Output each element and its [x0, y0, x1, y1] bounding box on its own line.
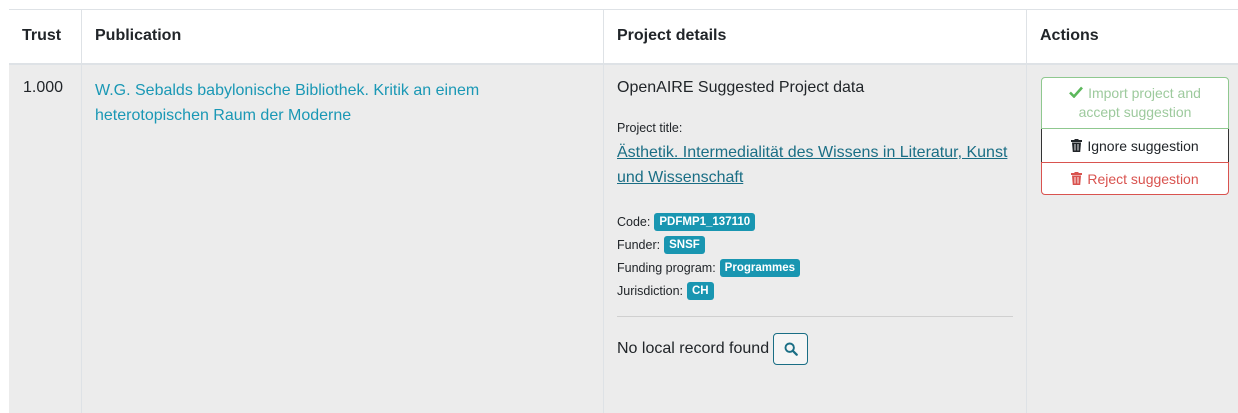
- project-title-label: Project title:: [617, 121, 683, 135]
- publication-cell: W.G. Sebalds babylonische Bibliothek. Kr…: [82, 65, 604, 413]
- header-project-details: Project details: [604, 10, 1027, 63]
- header-actions: Actions: [1040, 27, 1099, 44]
- trash-icon: [1071, 172, 1083, 185]
- search-button[interactable]: [773, 333, 809, 365]
- jurisdiction-badge: CH: [687, 281, 714, 300]
- ignore-suggestion-button[interactable]: Ignore suggestion: [1041, 129, 1229, 162]
- divider: [617, 316, 1013, 317]
- funder-row: Funder: SNSF: [617, 233, 1014, 256]
- code-badge: PDFMP1_137110: [654, 212, 756, 231]
- header-trust: Trust: [9, 10, 82, 63]
- reject-suggestion-button[interactable]: Reject suggestion: [1041, 162, 1229, 195]
- code-row: Code: PDFMP1_137110: [617, 210, 1014, 233]
- funder-label: Funder:: [617, 237, 661, 252]
- funding-program-badge: Programmes: [719, 258, 800, 277]
- header-publication: Publication: [82, 10, 604, 63]
- publication-link[interactable]: W.G. Sebalds babylonische Bibliothek. Kr…: [95, 78, 591, 128]
- action-buttons: Import project and accept suggestion Ign…: [1041, 77, 1229, 195]
- jurisdiction-label: Jurisdiction:: [617, 283, 683, 298]
- project-details-cell: OpenAIRE Suggested Project data Project …: [604, 65, 1027, 413]
- trust-cell: 1.000: [9, 65, 82, 413]
- actions-cell: Import project and accept suggestion Ign…: [1027, 65, 1238, 413]
- project-heading: OpenAIRE Suggested Project data: [617, 79, 865, 96]
- project-title-link[interactable]: Ästhetik. Intermedialität des Wissens in…: [617, 140, 1014, 190]
- no-local-record: No local record found: [617, 333, 1014, 365]
- jurisdiction-row: Jurisdiction: CH: [617, 279, 1014, 302]
- import-label: Import project and accept suggestion: [1078, 85, 1201, 120]
- trust-value: 1.000: [23, 79, 64, 96]
- funding-program-label: Funding program:: [617, 260, 716, 275]
- funder-badge: SNSF: [664, 235, 705, 254]
- funding-program-row: Funding program: Programmes: [617, 256, 1014, 279]
- table-row: 1.000 W.G. Sebalds babylonische Biblioth…: [9, 65, 1238, 413]
- import-accept-button[interactable]: Import project and accept suggestion: [1041, 77, 1229, 129]
- check-icon: [1069, 86, 1084, 98]
- ignore-label: Ignore suggestion: [1087, 137, 1199, 154]
- search-icon: [784, 342, 798, 356]
- code-label: Code:: [617, 214, 651, 229]
- table-header: Trust Publication Project details Action…: [9, 10, 1238, 65]
- suggestions-table: Trust Publication Project details Action…: [9, 9, 1238, 413]
- trash-icon: [1071, 139, 1083, 152]
- no-local-record-text: No local record found: [617, 340, 770, 357]
- reject-label: Reject suggestion: [1087, 170, 1199, 187]
